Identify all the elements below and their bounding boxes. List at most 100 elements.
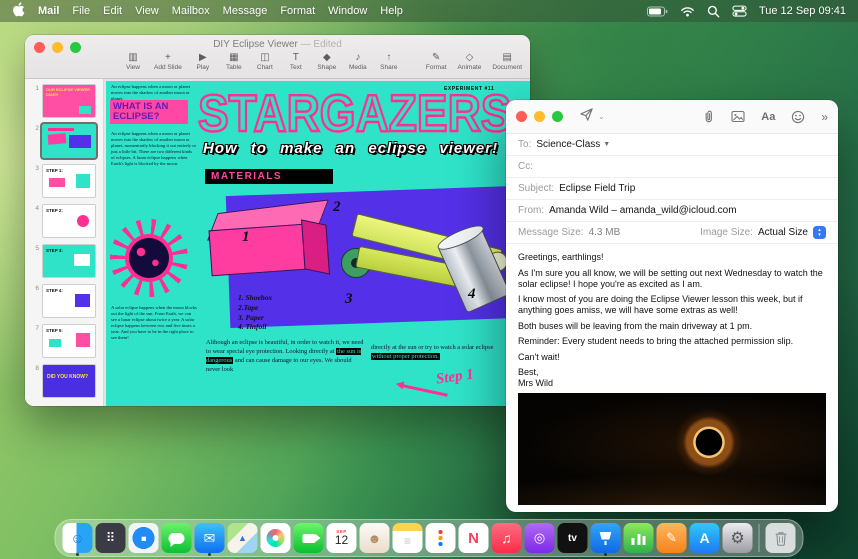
more-toolbar-items-button[interactable]: » [821,110,828,124]
dock-item-safari[interactable]: ◆ [128,523,159,553]
dock-item-settings[interactable]: ⚙ [722,523,753,553]
slide-thumbnail-2[interactable]: 2 [29,124,103,158]
slide-thumbnail-3[interactable]: 3 STEP 1: [29,164,103,198]
menu-item-message[interactable]: Message [223,5,268,17]
subject-field[interactable]: Subject: Eclipse Field Trip [506,178,838,200]
battery-indicator[interactable] [646,6,668,17]
slide-thumbnail-7[interactable]: 7 STEP 5: [29,324,103,358]
table-button[interactable]: ▦ Table [224,51,244,71]
send-options-chevron[interactable]: ⌄ [598,112,605,121]
menu-item-mailbox[interactable]: Mailbox [172,5,210,17]
slide-canvas: EXPERIMENT #11 An eclipse happens when a… [104,79,530,406]
cc-field[interactable]: Cc: [506,156,838,178]
slide-navigator: 1 OUR ECLIPSE VIEWER DIARY 2 3 STEP 1: 4… [25,79,104,406]
menu-item-view[interactable]: View [135,5,159,17]
menu-app-name[interactable]: Mail [38,5,59,17]
slide-thumbnail-4[interactable]: 4 STEP 2: [29,204,103,238]
dock-item-finder[interactable]: ☺ [62,523,93,553]
media-button[interactable]: ♪ Media [348,51,368,71]
apple-menu[interactable] [12,2,25,20]
dock-item-messages[interactable] [161,523,192,553]
to-field[interactable]: To: Science-Class ▼ [506,134,838,156]
animate-icon: ◇ [465,52,474,63]
keynote-window: DIY Eclipse Viewer — Edited ▥ View + Add S… [25,35,530,406]
control-center-button[interactable] [732,5,747,17]
play-icon: ▶ [198,52,207,63]
dock-item-contacts[interactable]: ☻ [359,523,390,553]
format-text-button[interactable]: Aa [761,111,775,123]
eclipse-photo-attachment[interactable] [518,393,826,505]
dock-item-pages[interactable]: ✎ [656,523,687,553]
attach-button[interactable] [702,109,715,124]
mail-compose-window: ⌄ Aa » To: Science-Class ▼ Cc: Subject: … [506,100,838,512]
callout-number-1: 1 [242,229,250,245]
slide-thumbnail-1[interactable]: 1 OUR ECLIPSE VIEWER DIARY [29,84,103,118]
dock-item-notes[interactable]: ≡ [392,523,423,553]
play-button[interactable]: ▶ Play [193,51,213,71]
send-button[interactable] [579,107,594,127]
animate-button[interactable]: ◇ Animate [458,51,482,71]
mail-titlebar: ⌄ Aa » [506,100,838,134]
dock-item-maps[interactable]: ▲ [227,523,258,553]
dock-item-facetime[interactable] [293,523,324,553]
text-button[interactable]: T Text [286,51,306,71]
dock-item-calendar[interactable]: SEP 12 [326,523,357,553]
keynote-icon [590,523,621,553]
menu-item-edit[interactable]: Edit [103,5,122,17]
shoebox-front [208,223,308,277]
slide-thumbnail-5[interactable]: 5 STEP 3: [29,244,103,278]
recipient-token[interactable]: Science-Class [536,139,600,150]
dock-divider [758,524,760,552]
slide-thumbnail-8[interactable]: 8 DID YOU KNOW? [29,364,103,398]
view-button[interactable]: ▥ View [123,51,143,71]
send-icon [580,107,593,121]
image-size-dropdown-button[interactable]: ▴ ▾ [813,226,826,239]
emoji-button[interactable] [791,110,805,124]
dock-item-app-store[interactable]: A [689,523,720,553]
menu-item-format[interactable]: Format [280,5,315,17]
dock-item-music[interactable]: ♫ [491,523,522,553]
image-size-select-value[interactable]: Actual Size [758,227,808,238]
body-paragraph: As I'm sure you all know, we will be set… [518,267,823,289]
control-center-icon [732,5,747,17]
chart-button[interactable]: ◫ Chart [255,51,275,71]
from-field[interactable]: From: Amanda Wild – amanda_wild@icloud.c… [506,200,838,222]
menu-item-file[interactable]: File [72,5,90,17]
current-slide[interactable]: EXPERIMENT #11 An eclipse happens when a… [106,81,530,406]
dock-item-podcasts[interactable]: ◎ [524,523,555,553]
format-button[interactable]: ✎ Format [426,51,447,71]
message-body-editor[interactable]: Greetings, earthlings! As I'm sure you a… [506,244,838,389]
dock: ☺ ⠿ ◆ ✉ ▲ SEP 12 ☻ ≡ N ♫ ◎ tv ✎ A ⚙ [54,519,804,557]
dock-item-numbers[interactable] [623,523,654,553]
close-button[interactable] [516,111,527,122]
sun-illustration [110,219,188,297]
shape-button[interactable]: ◆ Shape [317,51,337,71]
dock-item-photos[interactable] [260,523,291,553]
numbers-icon [623,523,654,553]
search-icon [707,5,720,17]
dock-item-mail[interactable]: ✉ [194,523,225,553]
zoom-button[interactable] [552,111,563,122]
dock-item-launchpad[interactable]: ⠿ [95,523,126,553]
dock-item-keynote[interactable] [590,523,621,553]
app-store-icon: A [689,523,720,553]
share-button[interactable]: ↑ Share [379,51,399,71]
menu-clock[interactable]: Tue 12 Sep 09:41 [759,5,846,17]
slide-thumbnail-6[interactable]: 6 STEP 4: [29,284,103,318]
warning-text-left: Although an eclipse is beautiful, in ord… [206,339,364,373]
spotlight-search[interactable] [707,5,720,18]
dock-item-reminders[interactable] [425,523,456,553]
chevron-down-icon: ▾ [818,231,821,238]
insert-photo-button[interactable] [731,110,745,123]
add-slide-button[interactable]: + Add Slide [154,51,182,71]
trash-icon [765,523,796,553]
wifi-indicator[interactable] [680,6,695,17]
menu-item-window[interactable]: Window [328,5,367,17]
dock-item-news[interactable]: N [458,523,489,553]
minimize-button[interactable] [534,111,545,122]
dock-item-trash[interactable] [765,523,796,553]
menu-item-help[interactable]: Help [380,5,403,17]
callout-number-3: 3 [345,291,353,307]
document-button[interactable]: ▤ Document [492,51,522,71]
dock-item-tv[interactable]: tv [557,523,588,553]
